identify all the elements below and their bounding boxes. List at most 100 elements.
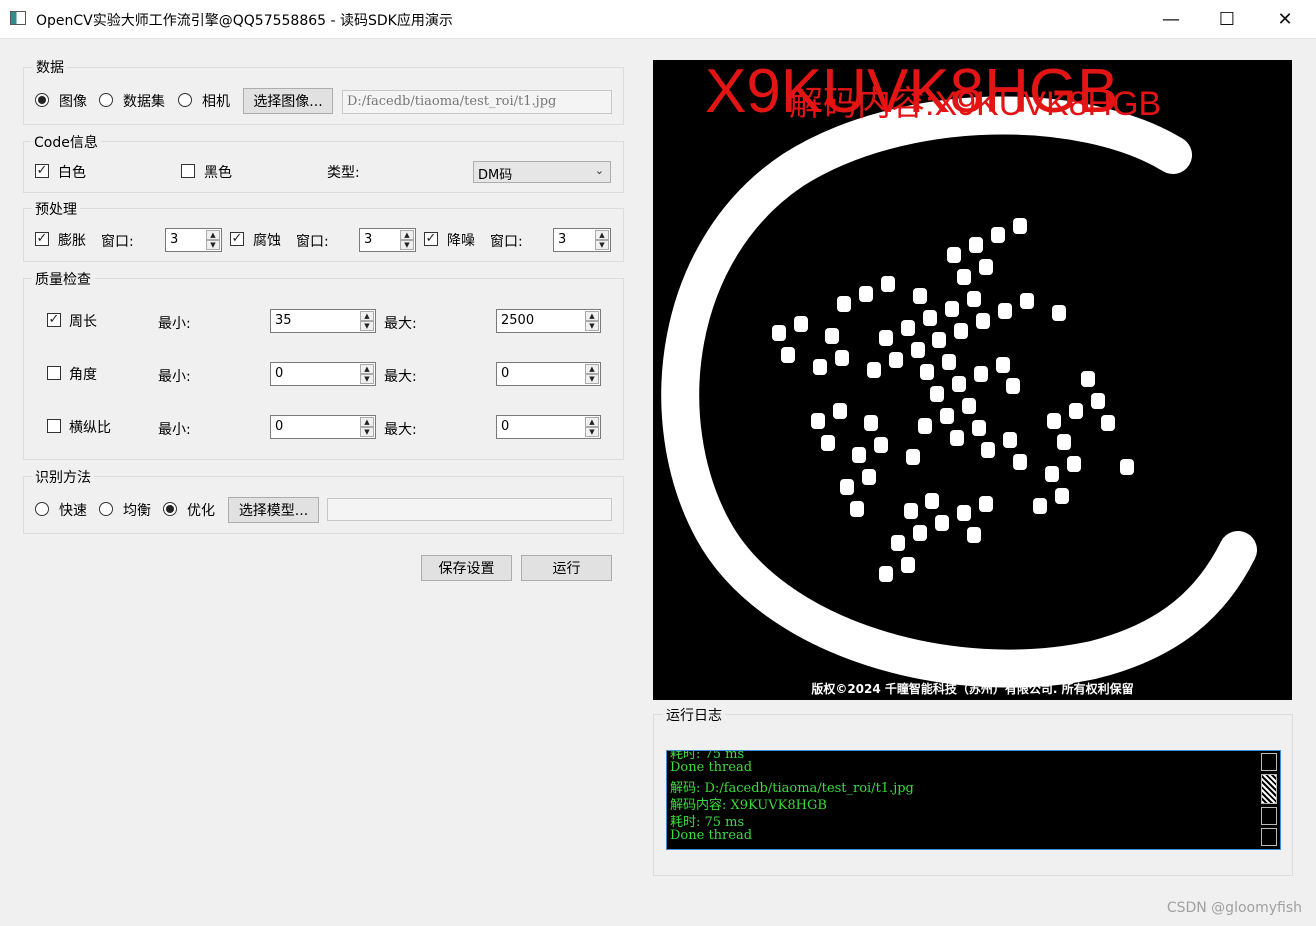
radio-fast-label: 快速 xyxy=(59,503,87,519)
log-line: Done thread xyxy=(670,760,753,775)
aspect-ratio-min-spinbox[interactable]: 0 ▲ ▼ xyxy=(270,415,376,439)
radio-dataset[interactable] xyxy=(99,93,113,107)
code-dot xyxy=(957,505,972,522)
close-button[interactable]: ✕ xyxy=(1256,0,1314,38)
radio-optimized[interactable] xyxy=(163,502,177,516)
code-dot xyxy=(1005,378,1020,395)
spin-down-icon[interactable]: ▼ xyxy=(585,427,599,437)
minimize-button[interactable]: — xyxy=(1142,0,1200,38)
code-dot xyxy=(852,446,867,463)
code-dot xyxy=(981,441,996,458)
white-checkbox[interactable]: ✓ xyxy=(35,164,49,178)
perimeter-max-spinbox[interactable]: 2500 ▲ ▼ xyxy=(496,309,601,333)
radio-camera-label: 相机 xyxy=(202,94,230,110)
spin-down-icon[interactable]: ▼ xyxy=(360,374,374,384)
angle-min-value: 0 xyxy=(275,366,284,381)
radio-balanced[interactable] xyxy=(99,502,113,516)
spin-up-icon[interactable]: ▲ xyxy=(585,364,599,374)
code-dot xyxy=(976,312,991,329)
dilate-window-label: 窗口: xyxy=(101,234,134,250)
code-dot xyxy=(1069,402,1084,419)
code-dot xyxy=(1020,293,1035,310)
code-dot xyxy=(866,361,881,378)
model-path-field[interactable] xyxy=(327,498,612,521)
angle-max-spinbox[interactable]: 0 ▲ ▼ xyxy=(496,362,601,386)
code-dot xyxy=(1120,458,1135,475)
radio-image[interactable] xyxy=(35,93,49,107)
run-button[interactable]: 运行 xyxy=(521,555,612,581)
code-dot xyxy=(1054,488,1069,505)
code-dot xyxy=(900,320,915,337)
spin-up-icon[interactable]: ▲ xyxy=(585,311,599,321)
code-dot xyxy=(922,310,937,327)
code-dot xyxy=(1066,456,1081,473)
code-dot xyxy=(935,515,950,532)
radio-fast[interactable] xyxy=(35,502,49,516)
spin-down-icon[interactable]: ▼ xyxy=(595,240,609,250)
code-dot xyxy=(832,403,847,420)
denoise-label: 降噪 xyxy=(447,233,475,249)
perimeter-min-spinbox[interactable]: 35 ▲ ▼ xyxy=(270,309,376,333)
scroll-thumb[interactable] xyxy=(1261,774,1277,804)
perimeter-checkbox[interactable]: ✓ xyxy=(47,313,61,327)
radio-camera[interactable] xyxy=(178,93,192,107)
angle-max-label: 最大: xyxy=(384,369,417,385)
black-checkbox[interactable] xyxy=(181,164,195,178)
save-settings-button[interactable]: 保存设置 xyxy=(421,555,512,581)
code-dot xyxy=(1056,434,1071,451)
radio-balanced-label: 均衡 xyxy=(123,503,151,519)
aspect-ratio-checkbox[interactable] xyxy=(47,419,61,433)
spin-down-icon[interactable]: ▼ xyxy=(400,240,414,250)
spin-up-icon[interactable]: ▲ xyxy=(585,417,599,427)
spin-down-icon[interactable]: ▼ xyxy=(585,374,599,384)
log-scrollbar[interactable] xyxy=(1259,752,1279,848)
spin-down-icon[interactable]: ▼ xyxy=(360,427,374,437)
spin-down-icon[interactable]: ▼ xyxy=(585,321,599,331)
decoded-caption: 解码内容:X9KUVK8HGB xyxy=(789,85,1162,123)
quality-group-title: 质量检查 xyxy=(32,269,94,289)
erode-checkbox[interactable]: ✓ xyxy=(230,232,244,246)
log-output[interactable]: 耗时: 75 ms Done thread 解码: D:/facedb/tiao… xyxy=(666,750,1281,850)
code-type-select[interactable]: DM码 ⌄ xyxy=(473,161,611,183)
spin-down-icon[interactable]: ▼ xyxy=(360,321,374,331)
erode-window-spinbox[interactable]: 3 ▲ ▼ xyxy=(359,228,416,252)
image-path-field[interactable]: D:/facedb/tiaoma/test_roi/t1.jpg xyxy=(342,90,612,114)
code-dot xyxy=(995,356,1010,373)
spin-up-icon[interactable]: ▲ xyxy=(400,230,414,240)
code-dot xyxy=(910,342,925,359)
code-dot xyxy=(1100,414,1115,431)
dilate-checkbox[interactable]: ✓ xyxy=(35,232,49,246)
scroll-up-icon[interactable] xyxy=(1261,753,1277,771)
denoise-checkbox[interactable]: ✓ xyxy=(424,232,438,246)
code-dot xyxy=(810,412,825,429)
code-dot xyxy=(930,385,945,402)
angle-checkbox[interactable] xyxy=(47,366,61,380)
denoise-window-label: 窗口: xyxy=(490,234,523,250)
code-dot xyxy=(942,354,957,371)
spin-down-icon[interactable]: ▼ xyxy=(206,240,220,250)
denoise-window-spinbox[interactable]: 3 ▲ ▼ xyxy=(553,228,611,252)
spin-up-icon[interactable]: ▲ xyxy=(360,417,374,427)
code-dot xyxy=(1047,412,1062,429)
aspect-ratio-max-spinbox[interactable]: 0 ▲ ▼ xyxy=(496,415,601,439)
log-line: Done thread xyxy=(670,828,753,843)
angle-min-label: 最小: xyxy=(158,369,191,385)
select-image-button[interactable]: 选择图像... xyxy=(243,88,333,114)
dilate-window-spinbox[interactable]: 3 ▲ ▼ xyxy=(165,228,222,252)
spin-up-icon[interactable]: ▲ xyxy=(595,230,609,240)
code-dot xyxy=(862,468,877,485)
select-model-button[interactable]: 选择模型... xyxy=(228,497,319,523)
scroll-down-icon[interactable] xyxy=(1261,828,1277,846)
code-dot xyxy=(1003,432,1018,449)
angle-min-spinbox[interactable]: 0 ▲ ▼ xyxy=(270,362,376,386)
scroll-track[interactable] xyxy=(1261,807,1277,825)
spin-up-icon[interactable]: ▲ xyxy=(360,311,374,321)
code-dot xyxy=(932,332,947,349)
spin-up-icon[interactable]: ▲ xyxy=(360,364,374,374)
radio-optimized-label: 优化 xyxy=(187,503,215,519)
maximize-button[interactable]: ☐ xyxy=(1198,0,1256,38)
image-view: X9KUVK8HGB 解码内容:X9KUVK8HGB 版权©2024 千瞳智能科… xyxy=(653,60,1292,700)
spin-up-icon[interactable]: ▲ xyxy=(206,230,220,240)
code-dot xyxy=(1090,392,1105,409)
chevron-down-icon: ⌄ xyxy=(594,164,604,177)
